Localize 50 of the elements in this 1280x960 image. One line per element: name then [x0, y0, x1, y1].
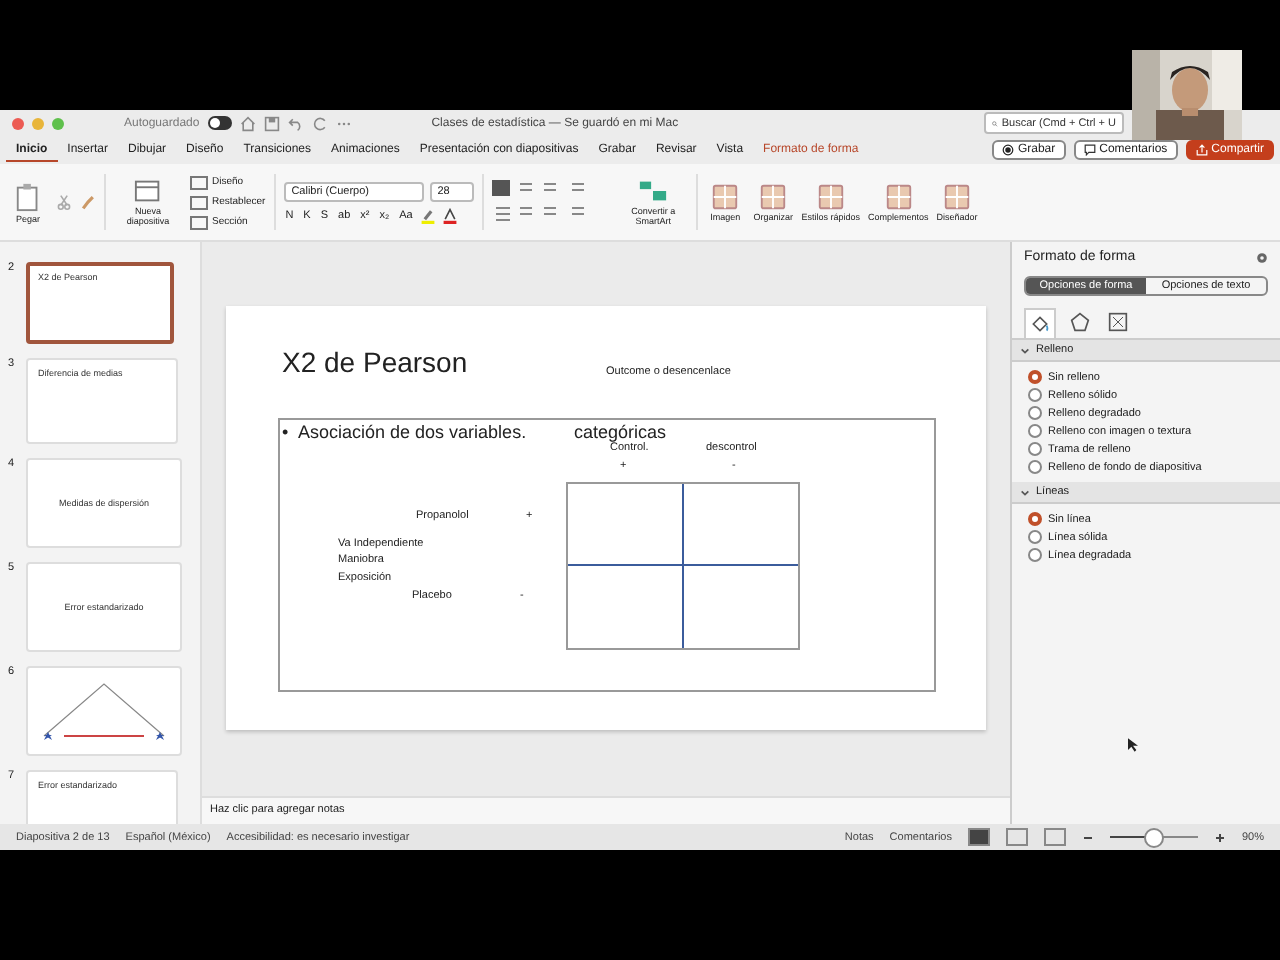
zoom-out-icon[interactable] — [1081, 831, 1094, 843]
share-icon — [1195, 144, 1208, 156]
radio-button[interactable] — [1028, 460, 1042, 474]
font-color-icon[interactable] — [442, 207, 459, 223]
record-icon — [1001, 144, 1014, 156]
radio-button[interactable] — [1028, 530, 1042, 544]
close-button[interactable] — [12, 117, 24, 129]
search-icon — [992, 117, 998, 129]
fill-bucket-icon[interactable] — [1024, 308, 1056, 338]
radio-button[interactable] — [1028, 512, 1042, 526]
scissors-icon[interactable] — [56, 194, 72, 210]
bullet-icon: • — [282, 422, 289, 442]
zoom-button[interactable] — [52, 117, 64, 129]
radio-button[interactable] — [1028, 406, 1042, 420]
home-icon[interactable] — [239, 115, 256, 131]
selection-frame[interactable] — [278, 418, 936, 692]
undo-icon[interactable] — [287, 115, 304, 131]
redo-icon[interactable] — [311, 115, 328, 131]
normal-view-button[interactable] — [967, 828, 990, 846]
chevron-icon — [1020, 345, 1030, 355]
grid-icon — [758, 181, 789, 212]
size-icon[interactable] — [1104, 308, 1132, 336]
radio-button[interactable] — [1028, 388, 1042, 402]
clipboard-icon — [13, 181, 43, 211]
slide-title: X2 de Pearson — [282, 346, 468, 378]
sorter-view-button[interactable] — [1005, 828, 1028, 846]
slide-text: categóricas — [574, 422, 667, 442]
slide-layout-icon — [133, 176, 163, 207]
grid-icon — [941, 181, 972, 212]
comment-icon — [1083, 144, 1096, 156]
autosave-toggle[interactable] — [207, 116, 232, 130]
grid-icon — [815, 181, 846, 212]
radio-button[interactable] — [1028, 442, 1042, 456]
brush-icon[interactable] — [80, 194, 96, 210]
grid-icon — [883, 181, 914, 212]
grid-icon — [710, 181, 741, 212]
zoom-in-icon[interactable] — [1213, 831, 1226, 843]
radio-button[interactable] — [1028, 548, 1042, 562]
slide-thumbnail[interactable] — [26, 666, 182, 756]
highlight-icon[interactable] — [420, 207, 437, 223]
pentagon-icon[interactable] — [1066, 308, 1094, 336]
chevron-icon — [1020, 487, 1030, 497]
reading-view-button[interactable] — [1043, 828, 1066, 846]
radio-button[interactable] — [1028, 424, 1042, 438]
settings-icon[interactable] — [1256, 251, 1268, 263]
save-icon[interactable] — [263, 115, 280, 131]
bullet-text: Asociación de dos variables. — [298, 422, 527, 442]
radio-button[interactable] — [1028, 370, 1042, 384]
zoom-slider[interactable] — [1143, 828, 1164, 848]
pointer-icon — [1128, 738, 1138, 752]
